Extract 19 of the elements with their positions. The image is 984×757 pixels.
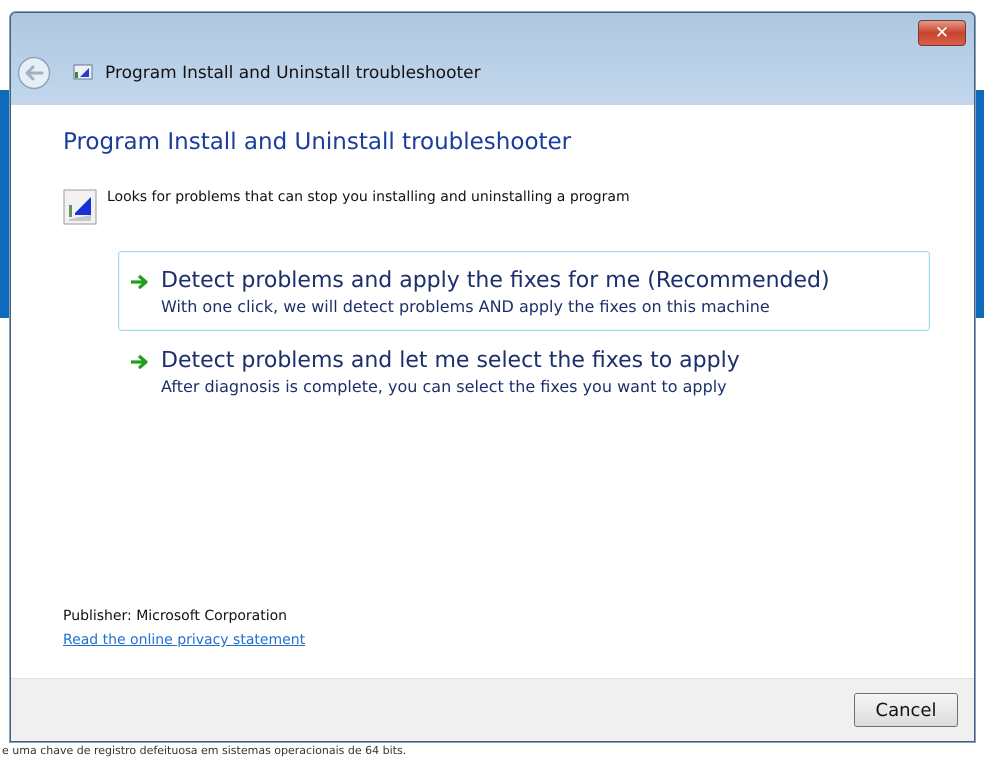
arrow-icon — [129, 273, 149, 291]
monitor-icon — [73, 64, 93, 82]
option-link[interactable]: Detect problems and let me select the fixes to apply After diagnosis is complete, you can select the fixes you want to apply — [118, 331, 930, 411]
option-description: With one click, we will detect problems AND apply the fixes on this machine — [161, 297, 771, 316]
page-heading: Program Install and Uninstall troubleshooter — [63, 129, 572, 155]
background-caption: e uma chave de registro defeituosa em sistemas operacionais de 64 bits. — [2, 745, 406, 757]
computer-icon — [63, 189, 97, 225]
option-title: Detect problems and apply the fixes for me (Recommended) — [161, 268, 830, 293]
privacy-link[interactable]: Read the online privacy statement — [63, 632, 306, 648]
back-icon[interactable] — [17, 56, 51, 90]
publisher-text: Publisher: Microsoft Corporation — [63, 608, 288, 624]
option-description: After diagnosis is complete, you can select the fixes you want to apply — [161, 377, 728, 396]
description-text: Looks for problems that can stop you installing and uninstalling a program — [107, 189, 630, 205]
window-title: Program Install and Uninstall troubleshooter — [105, 63, 481, 83]
option-title: Detect problems and let me select the fixes to apply — [161, 348, 740, 373]
close-button[interactable]: ✕ — [918, 20, 966, 46]
cancel-button[interactable]: Cancel — [854, 693, 958, 727]
option-link[interactable]: Detect problems and apply the fixes for me (Recommended) With one click, we will detect problems AND apply the fixes on this machine — [118, 251, 930, 331]
arrow-icon — [129, 353, 149, 371]
